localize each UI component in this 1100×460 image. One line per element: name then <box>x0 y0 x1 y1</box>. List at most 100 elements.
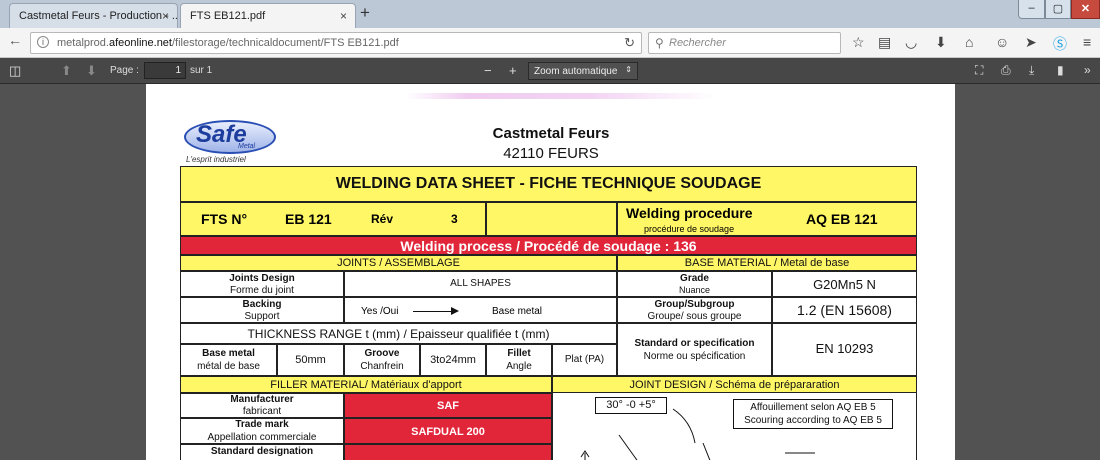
safe-metal-logo: Safe Metal L'esprit industriel <box>182 120 278 166</box>
base-material-header: BASE MATERIAL / Metal de base <box>617 255 917 271</box>
trademark-value: SAFDUAL 200 <box>344 418 552 444</box>
backing-arrow-head <box>451 307 459 315</box>
tab-fts-pdf[interactable]: FTS EB121.pdf × <box>180 3 356 28</box>
previous-page-icon[interactable]: ⬆ <box>61 63 72 79</box>
company-name: Castmetal Feurs <box>492 125 610 142</box>
download-icon[interactable]: ⬇ <box>935 34 947 51</box>
fillet-label: Fillet Angle <box>486 344 552 376</box>
save-icon[interactable]: ⤓ <box>1029 63 1034 78</box>
zoom-out-button[interactable]: − <box>484 63 492 78</box>
star-icon[interactable]: ☆ <box>852 34 865 51</box>
tab-strip: Castmetal Feurs - Production - ... × FTS… <box>0 0 1100 28</box>
backing-value: Yes /Oui Base metal <box>344 297 617 323</box>
fillet-value: Plat (PA) <box>552 344 617 376</box>
url-bar[interactable]: i metalprod.afeonline.net/filestorage/te… <box>30 32 642 54</box>
page-number-input[interactable]: 1 <box>144 62 186 79</box>
zoom-in-button[interactable]: + <box>509 63 517 78</box>
pdf-toolbar: ◫ ⬆ ⬇ Page : 1 sur 1 − + Zoom automatiqu… <box>0 58 1100 84</box>
joints-design-label: Joints Design Forme du joint <box>180 271 344 297</box>
tab-castmetal[interactable]: Castmetal Feurs - Production - ... × <box>9 3 178 28</box>
fullscreen-icon[interactable]: ⛶ <box>975 63 983 78</box>
joints-header: JOINTS / ASSEMBLAGE <box>180 255 617 271</box>
std-spec-value: EN 10293 <box>772 323 917 376</box>
pdf-page: Safe Metal L'esprit industriel Castmetal… <box>146 84 955 460</box>
minimize-button[interactable]: ‒ <box>1018 0 1045 19</box>
trademark-label: Trade mark Appellation commerciale <box>180 418 344 444</box>
chat-icon[interactable]: ☺ <box>995 34 1009 50</box>
next-page-icon[interactable]: ⬇ <box>86 63 97 79</box>
pdf-viewer[interactable]: Safe Metal L'esprit industriel Castmetal… <box>0 84 1100 460</box>
close-icon[interactable]: × <box>162 9 169 23</box>
std-designation-label: Standard designation <box>180 444 344 460</box>
reading-list-icon[interactable]: ▤ <box>878 34 891 51</box>
manufacturer-label: Manufacturer fabricant <box>180 393 344 418</box>
close-icon: ✕ <box>1080 3 1091 15</box>
filler-header: FILLER MATERIAL/ Matériaux d'apport <box>180 376 552 393</box>
tools-icon[interactable]: » <box>1084 63 1091 77</box>
joint-design-header: JOINT DESIGN / Schéma de prépararation <box>552 376 917 393</box>
manufacturer-value: SAF <box>344 393 552 418</box>
company-city: 42110 FEURS <box>503 145 599 162</box>
new-tab-button[interactable]: + <box>360 3 370 23</box>
bookmark-icon[interactable]: ▮ <box>1057 63 1064 77</box>
chevron-down-icon: ⇕ <box>625 65 632 74</box>
group-value: 1.2 (EN 15608) <box>772 297 917 323</box>
close-icon[interactable]: × <box>340 9 347 23</box>
base-metal-value: 50mm <box>277 344 344 376</box>
procedure-sub: procédure de soudage <box>644 224 735 234</box>
grade-label: Grade Nuance <box>617 271 772 297</box>
groove-value: 3to24mm <box>420 344 486 376</box>
groove-label: Groove Chanfrein <box>344 344 420 376</box>
joint-sketch <box>580 408 815 460</box>
tab-title: FTS EB121.pdf <box>190 10 266 22</box>
reload-icon[interactable]: ↻ <box>624 35 635 51</box>
thickness-header: THICKNESS RANGE t (mm) / Epaisseur quali… <box>180 323 617 344</box>
procedure-cell: Welding procedure procédure de soudage A… <box>617 202 917 236</box>
scan-artifact <box>406 93 716 99</box>
print-icon[interactable]: ⎙ <box>1001 63 1011 78</box>
search-placeholder: Rechercher <box>669 37 726 49</box>
sidebar-toggle-icon[interactable]: ◫ <box>9 63 21 79</box>
fts-label: FTS N° <box>201 211 248 227</box>
backing-label: Backing Support <box>180 297 344 323</box>
backing-material: Base metal <box>492 306 543 317</box>
grade-value: G20Mn5 N <box>772 271 917 297</box>
std-spec-label: Standard or specification Norme ou spéci… <box>617 323 772 376</box>
search-input[interactable]: ⚲ Rechercher <box>648 32 841 54</box>
procedure-value: AQ EB 121 <box>806 211 878 227</box>
send-icon[interactable]: ➤ <box>1025 34 1037 51</box>
sheet-title: WELDING DATA SHEET - FICHE TECHNIQUE SOU… <box>335 175 762 192</box>
back-button[interactable]: ← <box>8 32 22 48</box>
joint-drawing-area: 30° -0 +5° Affouillement selon AQ EB 5 S… <box>552 393 917 460</box>
sheet-title-cell: WELDING DATA SHEET - FICHE TECHNIQUE SOU… <box>180 166 917 202</box>
page-count: sur 1 <box>190 65 213 76</box>
process-cell: Welding process / Procédé de soudage : 1… <box>180 236 917 255</box>
search-icon: ⚲ <box>655 36 664 50</box>
process-text: Welding process / Procédé de soudage : 1… <box>400 238 697 254</box>
tab-title: Castmetal Feurs - Production - ... <box>19 10 178 22</box>
fts-value: EB 121 <box>285 211 332 227</box>
backing-arrow <box>413 311 453 312</box>
rev-label: Rév <box>371 212 394 226</box>
pocket-icon[interactable]: ◡ <box>905 34 917 51</box>
info-icon[interactable]: i <box>37 36 49 48</box>
maximize-button[interactable]: ▢ <box>1045 0 1071 19</box>
navigation-bar: ← i metalprod.afeonline.net/filestorage/… <box>0 28 1100 58</box>
page-label: Page : <box>110 65 139 76</box>
menu-icon[interactable]: ≡ <box>1083 34 1091 50</box>
backing-yes: Yes /Oui <box>361 306 399 317</box>
zoom-select[interactable]: Zoom automatique ⇕ <box>528 62 638 80</box>
home-icon[interactable]: ⌂ <box>965 34 973 50</box>
logo-sub: Metal <box>238 143 256 150</box>
minimize-icon: ‒ <box>1028 2 1035 14</box>
std-designation-value <box>344 444 552 460</box>
fts-cell: FTS N° EB 121 Rév 3 <box>180 202 486 236</box>
close-window-button[interactable]: ✕ <box>1071 0 1100 19</box>
rev-value: 3 <box>451 212 458 226</box>
skype-icon[interactable]: Ⓢ <box>1053 34 1067 54</box>
zoom-value: Zoom automatique <box>534 66 618 77</box>
logo-tagline: L'esprit industriel <box>186 155 246 164</box>
maximize-icon: ▢ <box>1052 3 1064 15</box>
joints-design-value: ALL SHAPES <box>344 271 617 297</box>
group-label: Group/Subgroup Groupe/ sous groupe <box>617 297 772 323</box>
